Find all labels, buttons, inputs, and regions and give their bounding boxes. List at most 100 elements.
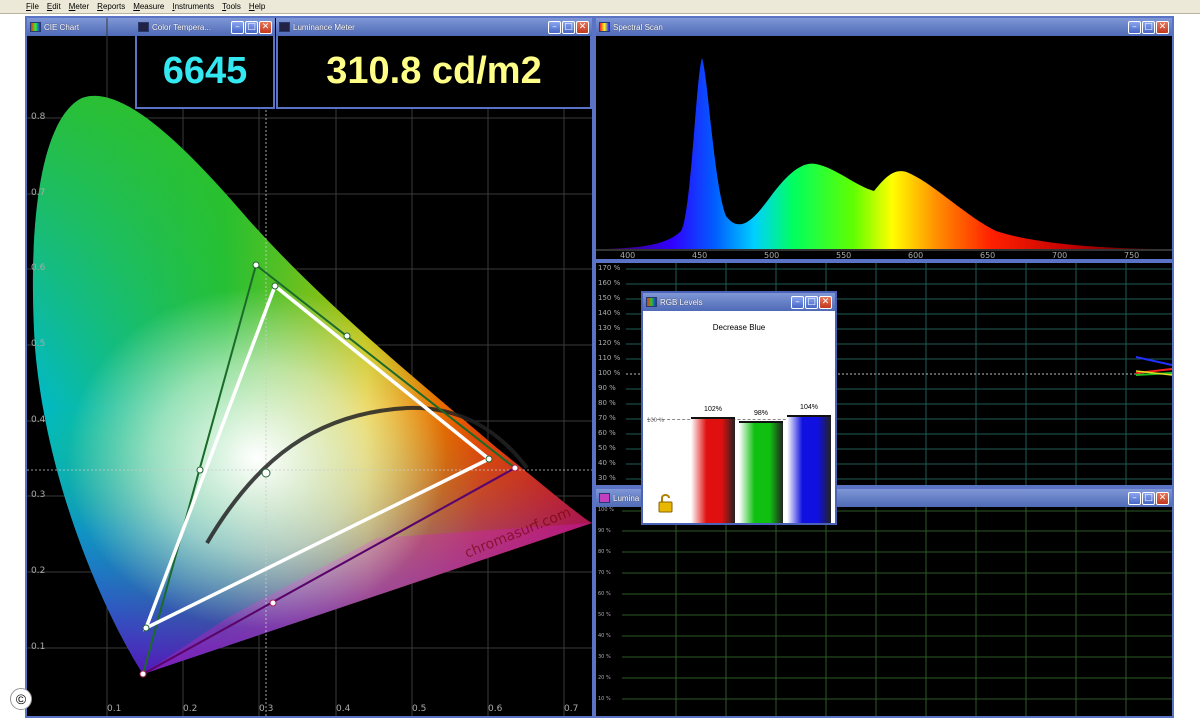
levels-y-tick: 110 % <box>598 354 621 362</box>
spectrum-curve <box>606 58 1156 249</box>
levels-y-tick: 30 % <box>598 474 616 482</box>
spectral-scan-titlebar[interactable]: Spectral Scan – □ ✕ <box>596 18 1172 36</box>
levels-y-tick: 150 % <box>598 294 621 302</box>
spectral-scan-minimize-button[interactable]: – <box>1128 20 1141 34</box>
spectral-x-tick: 400 <box>620 251 636 260</box>
levels-y-tick: 160 % <box>598 279 621 287</box>
green-level-bar <box>739 421 783 523</box>
levels-y-tick: 170 % <box>598 264 621 272</box>
green-level-label: 98% <box>753 410 768 418</box>
spectral-x-tick: 750 <box>1124 251 1140 260</box>
blue-level-bar <box>787 414 831 523</box>
color-temp-readout-panel: 6645 <box>135 36 275 109</box>
levels-y-tick: 70 % <box>598 414 616 422</box>
luminance-minimize-button[interactable]: – <box>1128 491 1141 505</box>
cie-y-tick: 0.4 <box>31 415 46 425</box>
cie-x-tick: 0.2 <box>183 704 198 714</box>
color-temp-window-icon <box>138 22 149 32</box>
blue-level-label: 104% <box>800 403 818 411</box>
cie-x-tick: 0.6 <box>488 704 503 714</box>
luminance-plot <box>622 507 1172 716</box>
spectral-scan-maximize-button[interactable]: □ <box>1142 20 1155 34</box>
menu-help[interactable]: Help <box>249 2 265 11</box>
cie-y-tick: 0.5 <box>31 339 46 349</box>
luminance-y-tick: 80 % <box>598 549 611 555</box>
menu-measure[interactable]: Measure <box>133 2 164 11</box>
spectral-scan-title: Spectral Scan <box>613 22 663 32</box>
cie-chart-plot: chromasurf.com <box>27 18 592 716</box>
cie-y-tick: 0.3 <box>31 490 46 500</box>
spectral-x-tick: 700 <box>1052 251 1068 260</box>
spectral-scan-window-icon <box>599 22 610 32</box>
luminance-meter-maximize-button[interactable]: □ <box>562 20 575 34</box>
spectral-scan-close-button[interactable]: ✕ <box>1156 20 1169 34</box>
color-temp-value: 6645 <box>162 50 248 92</box>
spectral-x-tick: 450 <box>692 251 708 260</box>
spectral-x-tick: 550 <box>836 251 852 260</box>
levels-y-tick: 60 % <box>598 429 616 437</box>
menu-tools[interactable]: Tools <box>222 2 241 11</box>
luminance-y-tick: 40 % <box>598 633 611 639</box>
levels-y-tick: 80 % <box>598 399 616 407</box>
luminance-meter-title: Luminance Meter <box>293 22 355 32</box>
luminance-maximize-button[interactable]: □ <box>1142 491 1155 505</box>
luminance-meter-titlebar[interactable]: Luminance Meter – □ ✕ <box>276 18 592 36</box>
rgb-levels-bars: 102% 98% 104% <box>643 293 835 523</box>
color-temp-titlebar[interactable]: Color Tempera... – □ ✕ <box>135 18 275 36</box>
luminance-close-button[interactable]: ✕ <box>1156 491 1169 505</box>
cie-y-tick: 0.2 <box>31 566 46 576</box>
cie-chart-window: CIE Chart chromasurf.com 0.8 0.7 0.6 0.5… <box>25 16 594 718</box>
color-temp-title: Color Tempera... <box>152 22 211 32</box>
cie-y-tick: 0.6 <box>31 263 46 273</box>
red-level-label: 102% <box>704 405 722 413</box>
blue-trend-line <box>1135 356 1172 366</box>
levels-y-tick: 140 % <box>598 309 621 317</box>
levels-y-tick: 120 % <box>598 339 621 347</box>
cie-y-tick: 0.1 <box>31 642 46 652</box>
luminance-meter-value: 310.8 cd/m2 <box>326 50 542 92</box>
spectral-plot <box>596 58 1172 251</box>
rgb-levels-dialog: RGB Levels – □ ✕ Decrease Blue 100 % 102… <box>641 291 837 525</box>
luminance-y-tick: 60 % <box>598 591 611 597</box>
luminance-y-tick: 10 % <box>598 696 611 702</box>
copyright-badge: © <box>10 688 32 710</box>
luminance-meter-readout-panel: 310.8 cd/m2 <box>276 36 592 109</box>
cie-y-tick: 0.7 <box>31 188 46 198</box>
color-temp-close-button[interactable]: ✕ <box>259 20 272 34</box>
cie-x-tick: 0.7 <box>564 704 579 714</box>
menu-bar: File Edit Meter Reports Measure Instrume… <box>0 0 1200 14</box>
spectral-scan-window: Spectral Scan – □ ✕ 400 450 500 550 600 … <box>594 16 1174 261</box>
cie-gamut-horseshoe <box>32 95 592 675</box>
unlocked-padlock-icon[interactable] <box>657 493 675 513</box>
spectral-x-tick: 500 <box>764 251 780 260</box>
cie-x-tick: 0.4 <box>336 704 351 714</box>
luminance-y-tick: 30 % <box>598 654 611 660</box>
color-temp-minimize-button[interactable]: – <box>231 20 244 34</box>
luminance-y-tick: 20 % <box>598 675 611 681</box>
levels-y-tick: 100 % <box>598 369 621 377</box>
menu-file[interactable]: File <box>26 2 39 11</box>
cie-x-tick: 0.1 <box>107 704 122 714</box>
red-level-bar <box>691 416 735 523</box>
levels-y-tick: 50 % <box>598 444 616 452</box>
luminance-meter-close-button[interactable]: ✕ <box>576 20 589 34</box>
luminance-y-tick: 70 % <box>598 570 611 576</box>
spectral-x-tick: 650 <box>980 251 996 260</box>
luminance-y-tick: 50 % <box>598 612 611 618</box>
levels-y-tick: 130 % <box>598 324 621 332</box>
levels-y-tick: 90 % <box>598 384 616 392</box>
luminance-y-tick: 100 % <box>598 507 614 513</box>
color-temp-maximize-button[interactable]: □ <box>245 20 258 34</box>
luminance-meter-minimize-button[interactable]: – <box>548 20 561 34</box>
cie-y-tick: 0.8 <box>31 112 46 122</box>
menu-edit[interactable]: Edit <box>47 2 61 11</box>
luminance-meter-window-icon <box>279 22 290 32</box>
menu-instruments[interactable]: Instruments <box>172 2 214 11</box>
menu-meter[interactable]: Meter <box>69 2 89 11</box>
menu-reports[interactable]: Reports <box>97 2 125 11</box>
levels-y-tick: 40 % <box>598 459 616 467</box>
cie-x-tick: 0.3 <box>259 704 274 714</box>
luminance-window-icon <box>599 493 610 503</box>
luminance-y-tick: 90 % <box>598 528 611 534</box>
cie-x-tick: 0.5 <box>412 704 427 714</box>
